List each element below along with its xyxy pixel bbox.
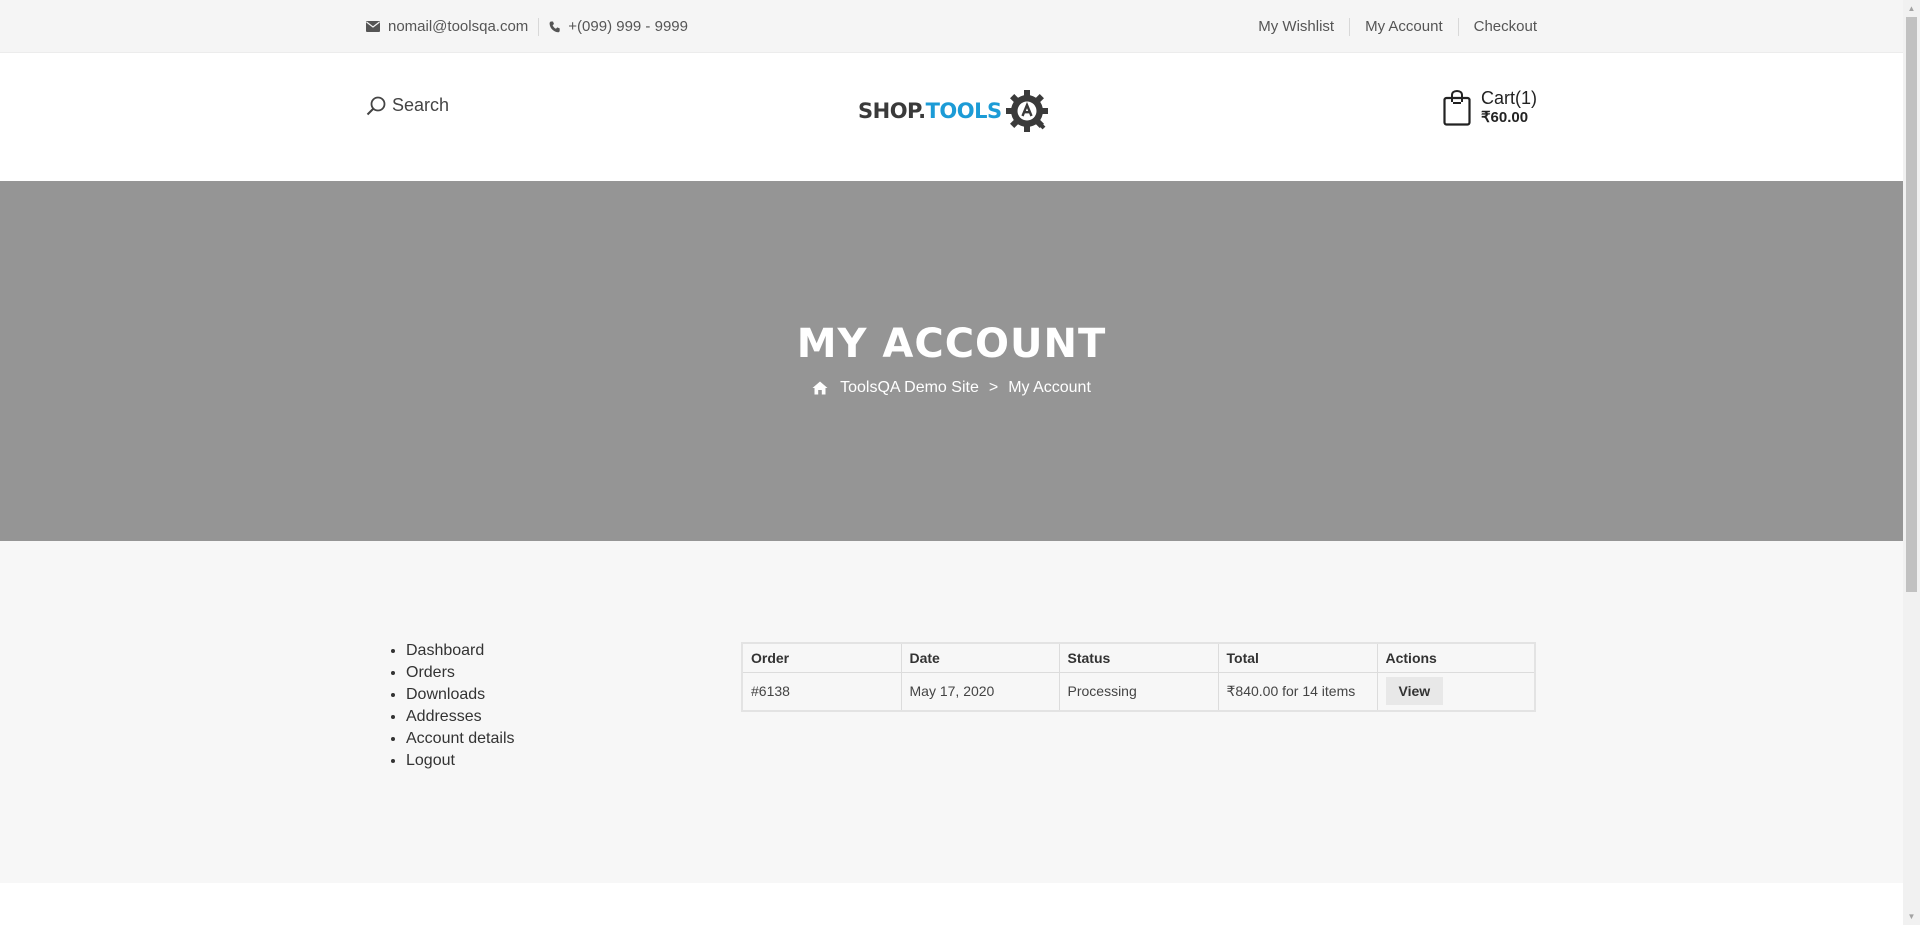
addresses-link[interactable]: Addresses xyxy=(406,708,482,725)
breadcrumb-separator: > xyxy=(988,379,999,396)
order-total: ₹840.00 for 14 items xyxy=(1217,671,1378,712)
search-button[interactable]: Search xyxy=(366,95,449,116)
scroll-up-arrow-icon[interactable]: ▲ xyxy=(1903,0,1920,17)
wishlist-link[interactable]: My Wishlist xyxy=(1258,18,1334,35)
phone-icon xyxy=(549,21,560,32)
order-actions: View xyxy=(1376,671,1536,712)
phone-text: +(099) 999 - 9999 xyxy=(568,18,688,35)
breadcrumb-home-link[interactable]: ToolsQA Demo Site xyxy=(840,379,979,397)
site-logo[interactable]: SHOP.TOOLS xyxy=(858,88,1050,134)
column-header-total: Total xyxy=(1217,642,1378,673)
table-header-row: Order Date Status Total Actions xyxy=(741,642,1536,673)
account-details-link[interactable]: Account details xyxy=(406,730,515,747)
checkout-link[interactable]: Checkout xyxy=(1474,18,1537,35)
email-text: nomail@toolsqa.com xyxy=(388,18,529,35)
top-links: My Wishlist My Account Checkout xyxy=(1258,0,1537,53)
nav-item-downloads: Downloads xyxy=(406,684,515,706)
nav-item-dashboard: Dashboard xyxy=(406,640,515,662)
column-header-actions: Actions xyxy=(1376,642,1536,673)
dashboard-link[interactable]: Dashboard xyxy=(406,642,484,659)
nav-item-logout: Logout xyxy=(406,750,515,772)
cart-total: ₹60.00 xyxy=(1480,109,1529,126)
page-title: MY ACCOUNT xyxy=(796,321,1107,367)
nav-item-account-details: Account details xyxy=(406,728,515,750)
breadcrumb: ToolsQA Demo Site > My Account xyxy=(0,379,1903,397)
email-contact[interactable]: nomail@toolsqa.com xyxy=(366,18,528,35)
cart-count: Cart(1) xyxy=(1480,88,1537,108)
contact-info: nomail@toolsqa.com +(099) 999 - 9999 xyxy=(366,0,688,53)
column-header-date: Date xyxy=(900,642,1060,673)
order-number[interactable]: #6138 xyxy=(741,671,902,712)
view-order-button[interactable]: View xyxy=(1385,677,1444,706)
cart-widget[interactable]: Cart(1) ₹60.00 xyxy=(1443,89,1537,127)
logout-link[interactable]: Logout xyxy=(406,752,455,769)
phone-contact[interactable]: +(099) 999 - 9999 xyxy=(549,18,688,35)
downloads-link[interactable]: Downloads xyxy=(406,686,485,703)
search-icon xyxy=(366,96,386,115)
table-row: #6138 May 17, 2020 Processing ₹840.00 fo… xyxy=(741,671,1536,712)
orders-table: Order Date Status Total Actions #6138 Ma… xyxy=(741,642,1536,712)
shopping-bag-icon xyxy=(1443,90,1471,126)
search-label: Search xyxy=(392,95,450,115)
account-navigation: Dashboard Orders Downloads Addresses Acc… xyxy=(406,640,515,772)
logo-text: SHOP.TOOLS xyxy=(858,99,1002,123)
order-status: Processing xyxy=(1058,671,1219,712)
column-header-status: Status xyxy=(1058,642,1219,673)
page-scrollbar[interactable]: ▲ ▼ xyxy=(1903,0,1920,925)
account-content: Dashboard Orders Downloads Addresses Acc… xyxy=(0,541,1903,883)
envelope-icon xyxy=(366,21,380,32)
column-header-order: Order xyxy=(741,642,902,673)
nav-item-addresses: Addresses xyxy=(406,706,515,728)
divider xyxy=(538,17,540,36)
footer-strip xyxy=(0,883,1903,925)
home-icon[interactable] xyxy=(812,381,828,395)
breadcrumb-current: My Account xyxy=(1008,379,1091,396)
gear-logo-icon xyxy=(1005,90,1048,132)
divider xyxy=(1457,17,1459,36)
scrollbar-thumb[interactable] xyxy=(1906,17,1917,592)
order-date: May 17, 2020 xyxy=(900,671,1060,712)
scroll-down-arrow-icon[interactable]: ▼ xyxy=(1903,908,1920,925)
orders-link[interactable]: Orders xyxy=(406,664,455,681)
site-header: Search SHOP.TOOLS Cart(1) ₹60.00 xyxy=(0,53,1903,181)
nav-item-orders: Orders xyxy=(406,662,515,684)
page-banner: MY ACCOUNT ToolsQA Demo Site > My Accoun… xyxy=(0,181,1903,541)
divider xyxy=(1349,17,1351,36)
my-account-link[interactable]: My Account xyxy=(1365,18,1443,35)
top-bar: nomail@toolsqa.com +(099) 999 - 9999 My … xyxy=(0,0,1903,53)
